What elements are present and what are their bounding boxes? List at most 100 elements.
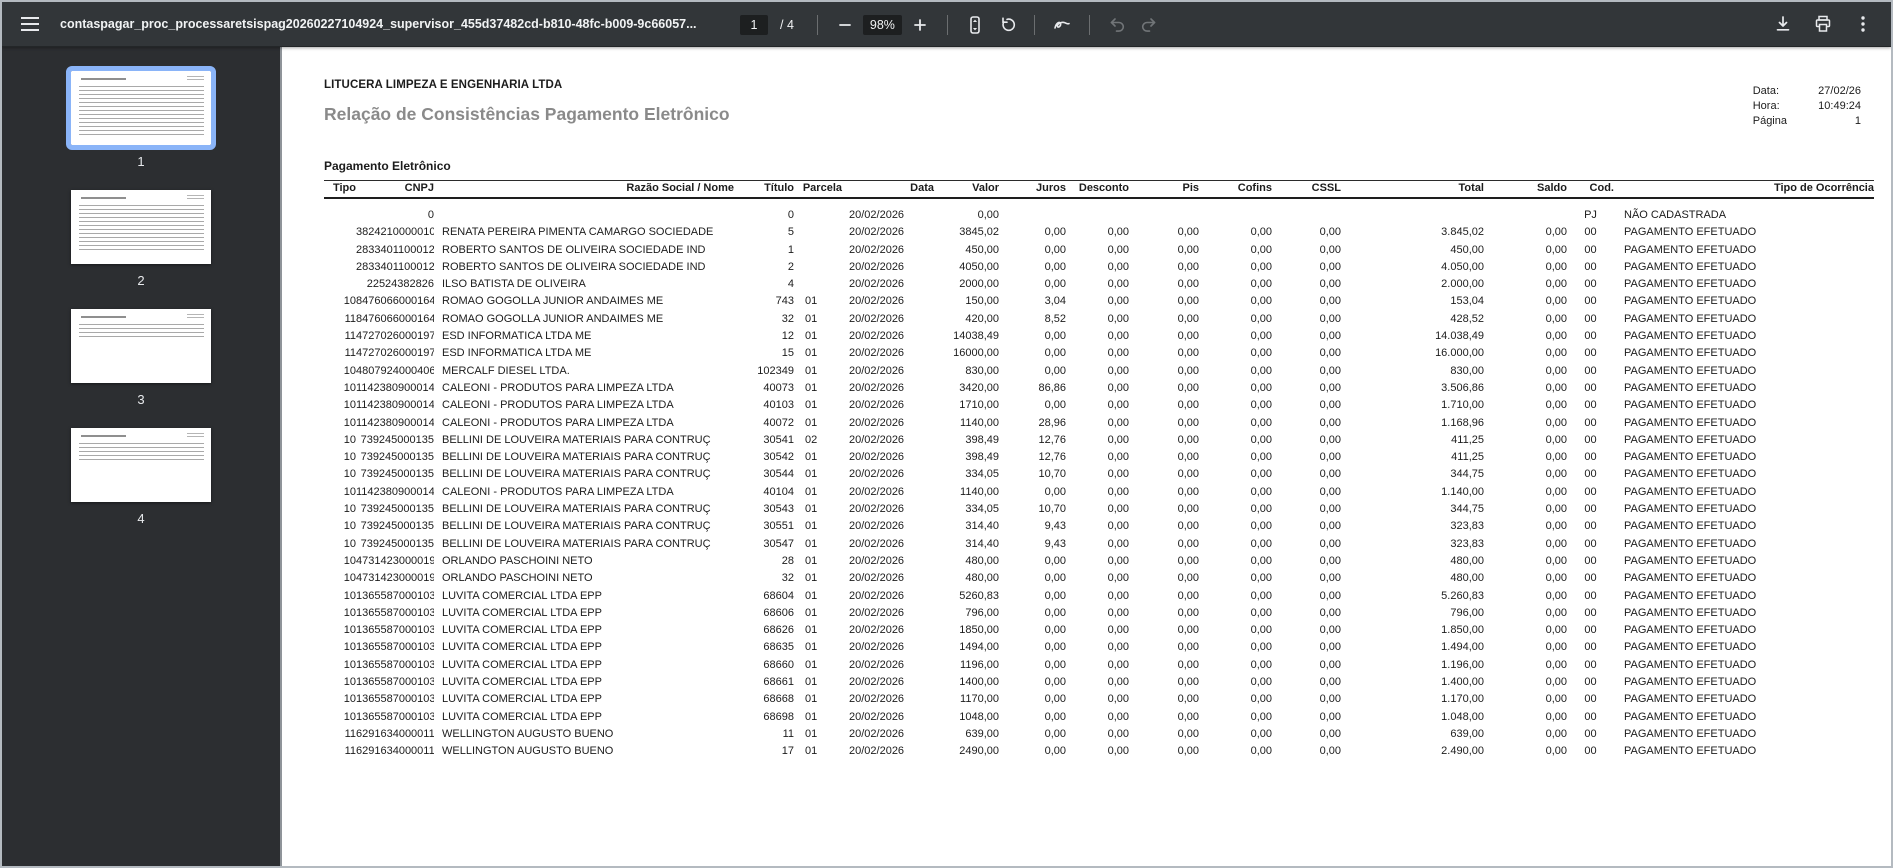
table-row: 10739245000135BELLINI DE LOUVEIRA MATERI… [324,536,1874,553]
table-row: 101365587000103LUVITA COMERCIAL LTDA EPP… [324,622,1874,639]
annotate-icon[interactable] [1048,11,1076,39]
table-row: 101365587000103LUVITA COMERCIAL LTDA EPP… [324,588,1874,605]
column-header: Desconto [1066,181,1129,199]
thumbnail-preview[interactable] [71,71,211,145]
table-row: 0020/02/20260,00PJNÃO CADASTRADA [324,207,1874,224]
thumbnail-preview[interactable] [71,428,211,502]
zoom-level-input[interactable]: 98% [863,15,902,35]
table-body: 0020/02/20260,00PJNÃO CADASTRADA38242100… [324,198,1874,761]
toolbar-right-controls [1769,10,1877,38]
column-header: Parcela [794,181,842,199]
column-header: Tipo [324,181,356,199]
column-header: Valor [934,181,999,199]
table-row: 1047314230000199ORLANDO PASCHOINI NETO32… [324,570,1874,587]
column-header: Pis [1129,181,1199,199]
print-icon[interactable] [1809,10,1837,38]
page-number-input[interactable]: 1 [740,15,768,35]
table-row: 101365587000103LUVITA COMERCIAL LTDA EPP… [324,674,1874,691]
table-row: 1011423809000142CALEONI - PRODUTOS PARA … [324,484,1874,501]
table-row: 101365587000103LUVITA COMERCIAL LTDA EPP… [324,657,1874,674]
thumbnail-page-number: 4 [137,511,144,526]
column-header: Título [734,181,794,199]
thumbnail-list: 1 2 3 4 [71,71,211,547]
toolbar-divider [817,15,818,35]
toolbar-divider [1089,15,1090,35]
column-header: Cod. [1567,181,1614,199]
zoom-in-icon[interactable] [906,11,934,39]
column-header: Saldo [1484,181,1567,199]
company-name: LITUCERA LIMPEZA E ENGENHARIA LTDA [324,79,1863,91]
column-header: Cofins [1199,181,1272,199]
table-row: 10739245000135BELLINI DE LOUVEIRA MATERI… [324,518,1874,535]
meta-data-label: Data: [1753,84,1787,99]
table-row: 10739245000135BELLINI DE LOUVEIRA MATERI… [324,449,1874,466]
page-thumbnail[interactable]: 1 [71,71,211,169]
table-header-row: TipoCNPJRazão Social / NomeTítuloParcela… [324,181,1874,199]
table-row: 28334011000127ROBERTO SANTOS DE OLIVEIRA… [324,242,1874,259]
document-title: contaspagar_proc_processaretsispag202602… [60,17,697,31]
viewer-body: 1 2 3 4 LITUCERA LIMPEZA E ENGENHARIA LT… [2,47,1891,866]
fit-to-page-icon[interactable] [961,11,989,39]
column-header: CNPJ [356,181,434,199]
redo-icon[interactable] [1135,11,1163,39]
thumbnail-page-number: 3 [137,392,144,407]
table-row: 101365587000103LUVITA COMERCIAL LTDA EPP… [324,639,1874,656]
undo-icon[interactable] [1103,11,1131,39]
table-row: 38242100000105RENATA PEREIRA PIMENTA CAM… [324,224,1874,241]
download-icon[interactable] [1769,10,1797,38]
table-row: 1011423809000142CALEONI - PRODUTOS PARA … [324,397,1874,414]
table-row: 1047314230000199ORLANDO PASCHOINI NETO28… [324,553,1874,570]
toolbar-divider [1034,15,1035,35]
table-row: 101365587000103LUVITA COMERCIAL LTDA EPP… [324,709,1874,726]
thumbnail-page-number: 2 [137,273,144,288]
table-row: 114727026000197ESD INFORMATICA LTDA ME12… [324,328,1874,345]
menu-icon[interactable] [16,10,44,38]
thumbnail-page-number: 1 [137,154,144,169]
meta-pagina-label: Página [1753,114,1787,129]
meta-hora-label: Hora: [1753,99,1787,114]
table-row: 10739245000135BELLINI DE LOUVEIRA MATERI… [324,501,1874,518]
page-thumbnail[interactable]: 4 [71,428,211,526]
table-row: 104807924000406MERCALF DIESEL LTDA.10234… [324,363,1874,380]
table-row: 28334011000127ROBERTO SANTOS DE OLIVEIRA… [324,259,1874,276]
table-row: 10739245000135BELLINI DE LOUVEIRA MATERI… [324,432,1874,449]
report-title: Relação de Consistências Pagamento Eletr… [324,104,1863,125]
zoom-out-icon[interactable] [831,11,859,39]
table-row: 1011423809000142CALEONI - PRODUTOS PARA … [324,415,1874,432]
table-row: 101365587000103LUVITA COMERCIAL LTDA EPP… [324,605,1874,622]
payments-table: TipoCNPJRazão Social / NomeTítuloParcela… [324,180,1874,761]
pdf-viewer-window: contaspagar_proc_processaretsispag202602… [0,0,1893,868]
page-thumbnail[interactable]: 3 [71,309,211,407]
table-row: 1162916340000114WELLINGTON AUGUSTO BUENO… [324,743,1874,760]
pdf-toolbar: contaspagar_proc_processaretsispag202602… [2,2,1891,47]
page-thumbnail[interactable]: 2 [71,190,211,288]
column-header: Juros [999,181,1066,199]
table-row: 1011423809000142CALEONI - PRODUTOS PARA … [324,380,1874,397]
table-row: 108476066000164ROMAO GOGOLLA JUNIOR ANDA… [324,293,1874,310]
table-row: 10739245000135BELLINI DE LOUVEIRA MATERI… [324,466,1874,483]
column-header: CSSL [1272,181,1341,199]
thumbnail-preview[interactable] [71,190,211,264]
pdf-page-area: LITUCERA LIMPEZA E ENGENHARIA LTDA Relaç… [280,47,1891,866]
meta-pagina-value: 1 [1797,114,1861,129]
thumbnail-preview[interactable] [71,309,211,383]
meta-data-value: 27/02/26 [1797,84,1861,99]
column-header: Razão Social / Nome [434,181,734,199]
pdf-page-1: LITUCERA LIMPEZA E ENGENHARIA LTDA Relaç… [282,47,1891,866]
report-meta: Data: 27/02/26 Hora: 10:49:24 Página 1 [1753,84,1861,129]
table-row: 22524382826ILSO BATISTA DE OLIVEIRA420/0… [324,276,1874,293]
column-header: Data [842,181,934,199]
table-row: 118476066000164ROMAO GOGOLLA JUNIOR ANDA… [324,311,1874,328]
column-header: Tipo de Ocorrência [1614,181,1874,199]
toolbar-center-controls: 1 / 4 98% [740,2,1163,47]
table-row: 101365587000103LUVITA COMERCIAL LTDA EPP… [324,691,1874,708]
column-header: Total [1341,181,1484,199]
table-row: 114727026000197ESD INFORMATICA LTDA ME15… [324,345,1874,362]
more-options-icon[interactable] [1849,10,1877,38]
thumbnail-sidebar: 1 2 3 4 [2,47,280,866]
section-title: Pagamento Eletrônico [324,159,1863,173]
page-count-label: / 4 [780,18,794,32]
rotate-icon[interactable] [993,11,1021,39]
toolbar-divider [947,15,948,35]
meta-hora-value: 10:49:24 [1797,99,1861,114]
